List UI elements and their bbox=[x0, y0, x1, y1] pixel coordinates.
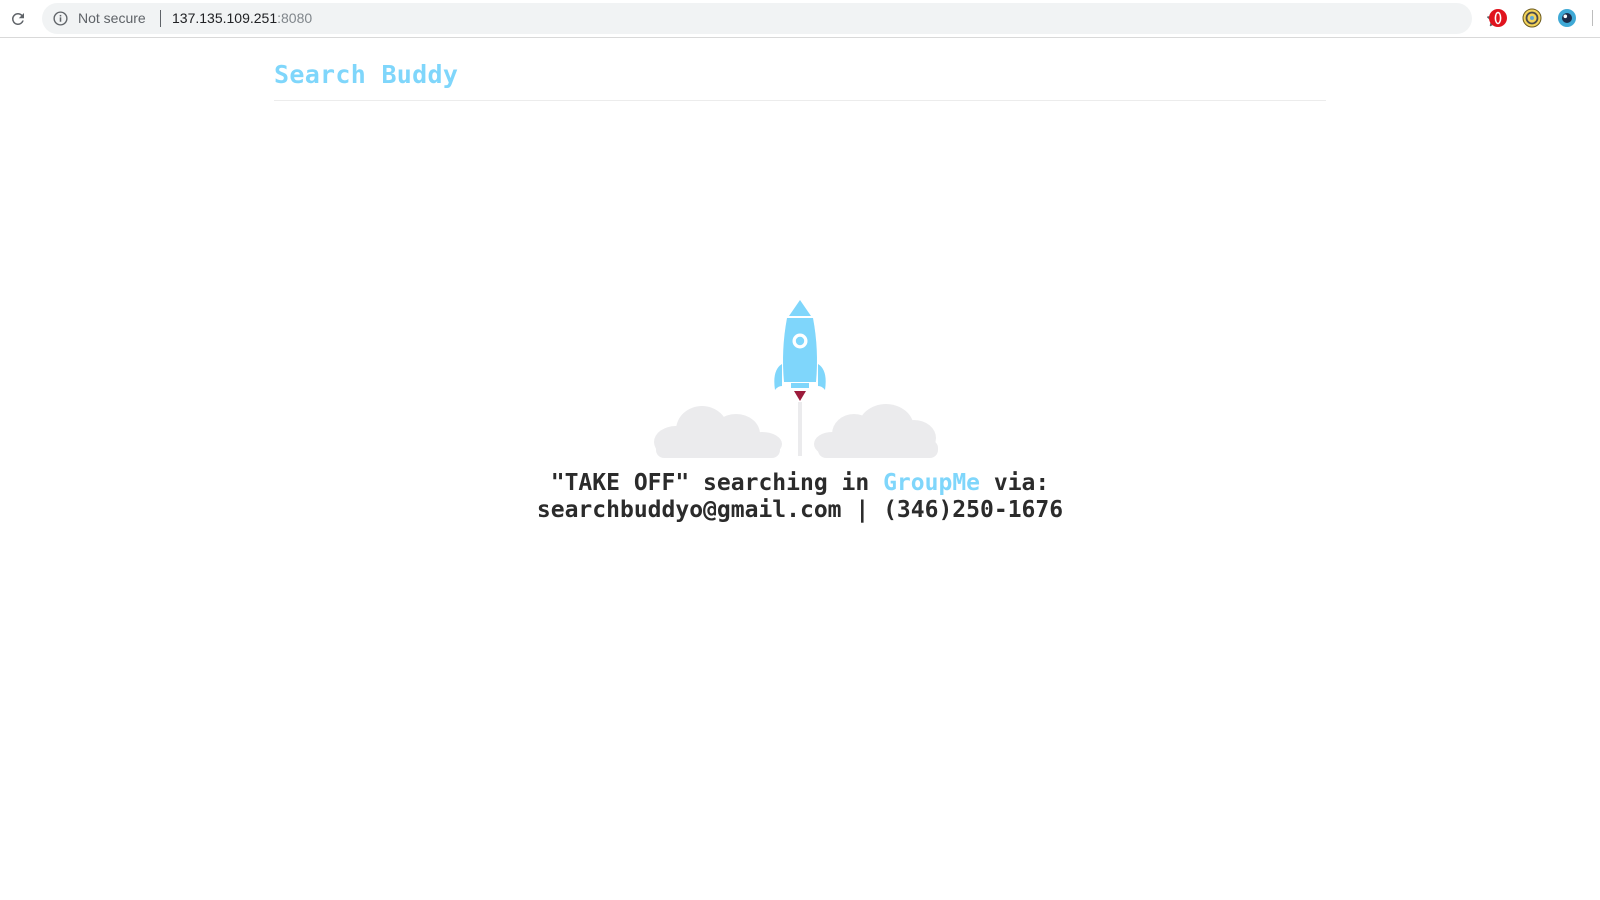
exhaust-trail bbox=[798, 402, 802, 456]
site-title[interactable]: Search Buddy bbox=[274, 60, 1326, 90]
browser-toolbar: Not secure 137.135.109.251:8080 bbox=[0, 0, 1600, 38]
take-off-message: "TAKE OFF" searching in GroupMe via: bbox=[0, 470, 1600, 497]
address-separator bbox=[160, 10, 161, 27]
cloud-icon bbox=[654, 404, 938, 458]
toolbar-divider bbox=[1592, 10, 1593, 26]
coin-extension-icon[interactable] bbox=[1522, 8, 1542, 28]
message-suffix: via: bbox=[980, 470, 1050, 496]
opera-extension-icon[interactable] bbox=[1488, 8, 1508, 28]
rocket-launch-illustration bbox=[650, 300, 950, 462]
info-icon[interactable] bbox=[52, 10, 69, 27]
contact-info: searchbuddyo@gmail.com | (346)250-1676 bbox=[536, 497, 1064, 523]
reload-icon[interactable] bbox=[7, 8, 29, 30]
address-bar[interactable]: Not secure 137.135.109.251:8080 bbox=[42, 3, 1503, 34]
rocket-icon bbox=[774, 300, 826, 401]
url-port: :8080 bbox=[277, 10, 313, 26]
url-host: 137.135.109.251 bbox=[172, 10, 278, 26]
groupme-link[interactable]: GroupMe bbox=[883, 470, 980, 496]
url-text[interactable]: 137.135.109.251:8080 bbox=[172, 10, 312, 27]
security-label[interactable]: Not secure bbox=[78, 10, 146, 27]
message-prefix: "TAKE OFF" searching in bbox=[550, 470, 884, 496]
blue-eye-extension-icon[interactable] bbox=[1557, 8, 1577, 28]
site-header: Search Buddy bbox=[274, 60, 1326, 101]
